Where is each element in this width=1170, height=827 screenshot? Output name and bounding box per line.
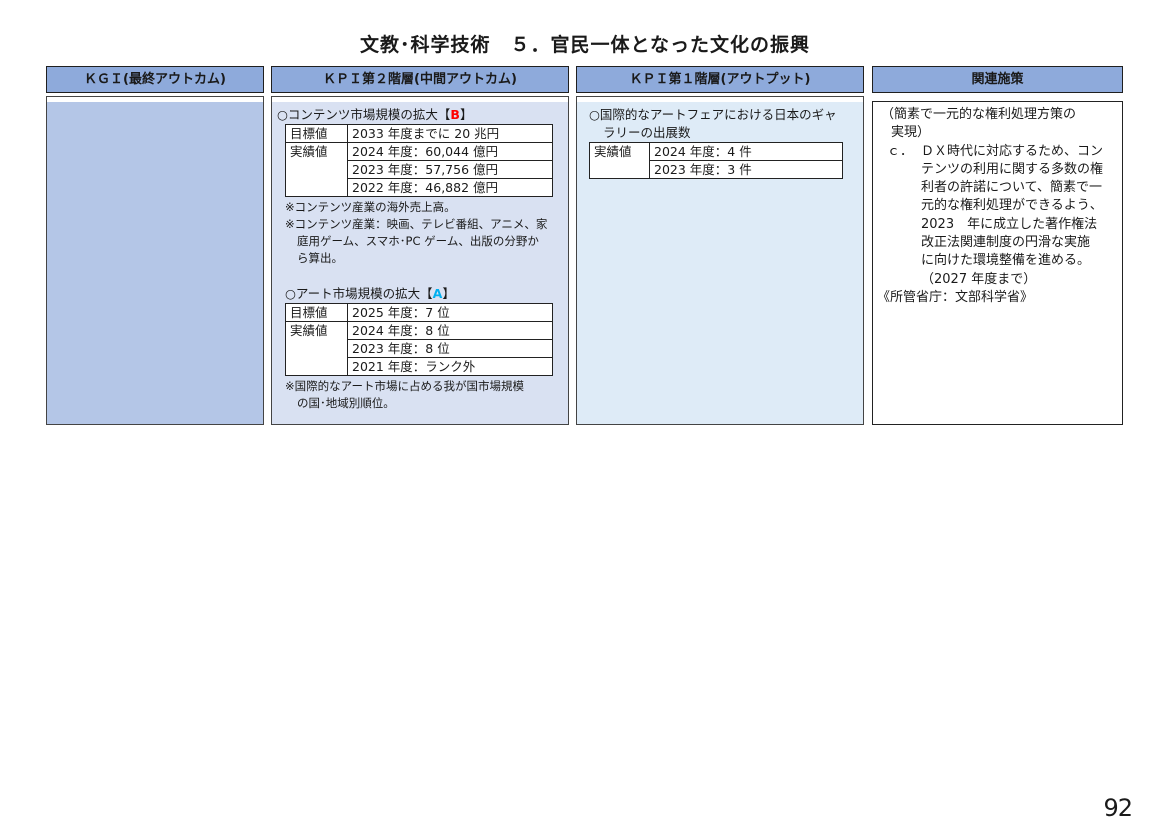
ministry-label: 《所管省庁：文部科学省》 [877,289,1034,305]
related-measures-box: （簡素で一元的な権利処理方策の 実現） ｃ． ＤＸ時代に対応するため、コン テン… [872,101,1123,425]
page-title: 文教･科学技術 ５．官民一体となった文化の振興 [360,34,810,56]
header-kpi2: ＫＰＩ第２階層(中間アウトカム) [271,66,569,93]
table-row: 目標値 2025 年度：7 位 [285,303,553,322]
art-market-notes: ※国際的なアート市場に占める我が国市場規模 の国･地域別順位。 [285,379,524,410]
content-market-notes: ※コンテンツ産業の海外売上高。 ※コンテンツ産業：映画、テレビ番組、アニメ、家 … [285,200,548,265]
grade-badge-b: B [450,107,460,122]
grade-badge-a: A [432,286,443,301]
art-fair-table: 実績値 2024 年度：4 件 2023 年度：3 件 [589,142,843,179]
kpi2-column: ○コンテンツ市場規模の拡大【B】 目標値 2033 年度までに 20 兆円 実績… [271,96,569,425]
kpi1-column: ○国際的なアートフェアにおける日本のギャ ラリーの出展数 実績値 2024 年度… [576,96,864,425]
content-market-table: 目標値 2033 年度までに 20 兆円 実績値 2024 年度：60,044 … [285,124,553,197]
header-kgi: ＫＧＩ(最終アウトカム) [46,66,264,93]
page-number: 92 [1103,794,1133,822]
header-measures: 関連施策 [872,66,1123,93]
art-market-heading: ○アート市場規模の拡大【A】 [285,286,455,301]
table-row: 目標値 2033 年度までに 20 兆円 [285,124,553,143]
measure-item-c: ｃ． ＤＸ時代に対応するため、コン テンツの利用に関する多数の権 利者の許諾につ… [887,143,1104,287]
art-fair-heading: ○国際的なアートフェアにおける日本のギャ ラリーの出展数 [589,107,837,140]
table-row: 実績値 2024 年度：8 位 [285,321,553,376]
content-market-heading: ○コンテンツ市場規模の拡大【B】 [277,107,473,122]
kgi-column [46,96,264,425]
header-kpi1: ＫＰＩ第１階層(アウトプット) [576,66,864,93]
art-market-table: 目標値 2025 年度：7 位 実績値 2024 年度：8 位 2023 年度：… [285,303,553,376]
table-row: 実績値 2024 年度：4 件 [589,142,843,179]
table-row: 実績値 2024 年度：60,044 億円 [285,142,553,197]
